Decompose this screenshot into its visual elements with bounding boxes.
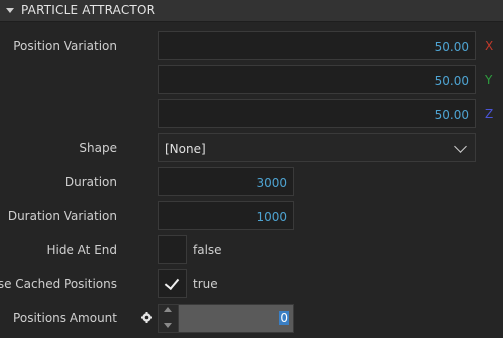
use-cached-positions-checkbox[interactable] bbox=[158, 269, 187, 298]
position-z-value: 50.00 bbox=[434, 108, 469, 122]
shape-dropdown[interactable]: [None] bbox=[158, 133, 476, 162]
increment-arrow-icon[interactable] bbox=[164, 307, 172, 312]
position-variation-label: Position Variation bbox=[13, 39, 117, 53]
duration-variation-field[interactable]: 1000 bbox=[158, 201, 294, 230]
hide-at-end-value: false bbox=[193, 243, 222, 257]
position-z-field[interactable]: 50.00 bbox=[158, 99, 476, 128]
position-x-value: 50.00 bbox=[434, 40, 469, 54]
duration-value: 3000 bbox=[256, 176, 287, 190]
hide-at-end-label: Hide At End bbox=[46, 243, 118, 257]
duration-label: Duration bbox=[64, 175, 117, 189]
positions-amount-spinner[interactable]: 0 bbox=[158, 304, 294, 333]
hide-at-end-checkbox[interactable] bbox=[158, 235, 187, 264]
spinner-buttons bbox=[159, 305, 179, 332]
duration-variation-label: Duration Variation bbox=[7, 209, 117, 223]
reset-gear-icon[interactable] bbox=[141, 312, 152, 323]
spinner-input[interactable]: 0 bbox=[179, 305, 293, 332]
section-header[interactable]: PARTICLE ATTRACTOR bbox=[0, 0, 503, 22]
shape-selected-value: [None] bbox=[165, 142, 206, 156]
duration-field[interactable]: 3000 bbox=[158, 167, 294, 196]
spinner-value: 0 bbox=[279, 311, 289, 325]
collapse-triangle-icon[interactable] bbox=[6, 8, 14, 13]
z-axis-label: Z bbox=[485, 107, 494, 121]
use-cached-positions-label: Use Cached Positions bbox=[0, 277, 117, 291]
section-title: PARTICLE ATTRACTOR bbox=[21, 3, 156, 17]
shape-label: Shape bbox=[79, 141, 117, 155]
position-x-field[interactable]: 50.00 bbox=[158, 31, 476, 60]
positions-amount-label: Positions Amount bbox=[13, 311, 117, 325]
y-axis-label: Y bbox=[485, 73, 493, 87]
x-axis-label: X bbox=[485, 39, 494, 53]
use-cached-positions-value: true bbox=[193, 277, 218, 291]
position-y-field[interactable]: 50.00 bbox=[158, 65, 476, 94]
chevron-down-icon bbox=[454, 140, 467, 153]
position-y-value: 50.00 bbox=[434, 74, 469, 88]
duration-variation-value: 1000 bbox=[256, 210, 287, 224]
decrement-arrow-icon[interactable] bbox=[164, 323, 172, 328]
checkmark-icon bbox=[164, 274, 180, 291]
